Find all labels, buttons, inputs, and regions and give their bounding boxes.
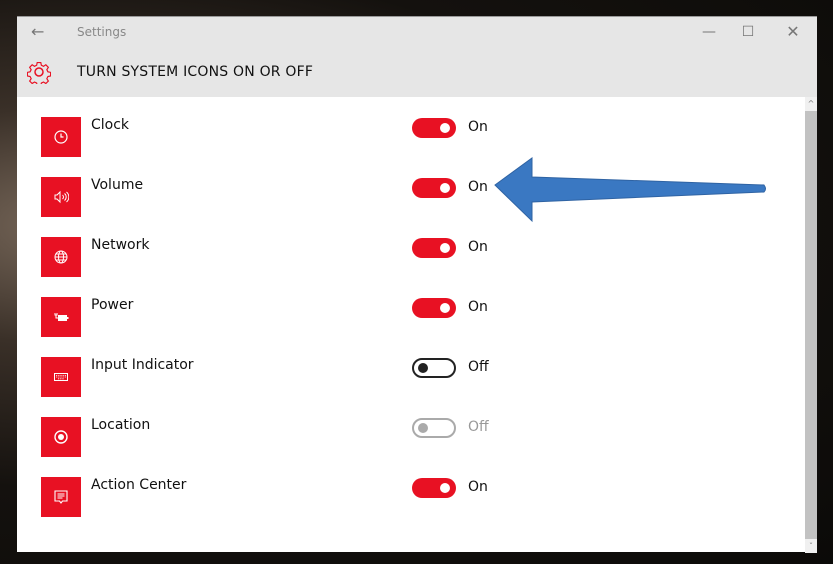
app-title: Settings — [77, 25, 127, 39]
close-button[interactable]: ✕ — [778, 21, 808, 43]
page-title: TURN SYSTEM ICONS ON OR OFF — [77, 64, 314, 80]
setting-label: Power — [91, 297, 134, 313]
setting-label: Network — [91, 237, 150, 253]
toggle-state: On — [468, 239, 488, 255]
setting-row-clock: Clock On — [41, 117, 741, 157]
title-bar: ← Settings — ☐ ✕ — [17, 17, 817, 48]
gear-icon — [27, 61, 51, 84]
scrollbar-thumb[interactable] — [805, 111, 817, 539]
maximize-button[interactable]: ☐ — [733, 21, 763, 43]
toggle-state: On — [468, 179, 488, 195]
setting-row-location: Location Off — [41, 417, 741, 457]
battery-icon — [41, 297, 81, 337]
clock-icon — [41, 117, 81, 157]
toggle-clock[interactable] — [412, 118, 456, 138]
volume-icon — [41, 177, 81, 217]
toggle-input-indicator[interactable] — [412, 358, 456, 378]
keyboard-icon — [41, 357, 81, 397]
settings-window: ← Settings — ☐ ✕ TURN SYSTEM ICONS ON OR… — [17, 16, 817, 553]
setting-label: Volume — [91, 177, 144, 193]
toggle-state: Off — [468, 359, 489, 375]
action-center-icon — [41, 477, 81, 517]
toggle-state: Off — [468, 419, 489, 435]
toggle-action-center[interactable] — [412, 478, 456, 498]
toggle-state: On — [468, 119, 488, 135]
toggle-state: On — [468, 479, 488, 495]
setting-row-action-center: Action Center On — [41, 477, 741, 517]
setting-row-power: Power On — [41, 297, 741, 337]
globe-icon — [41, 237, 81, 277]
page-header: TURN SYSTEM ICONS ON OR OFF — [17, 48, 817, 97]
location-icon — [41, 417, 81, 457]
setting-label: Input Indicator — [91, 357, 194, 373]
annotation-arrow — [494, 157, 766, 223]
setting-label: Location — [91, 417, 151, 433]
toggle-location — [412, 418, 456, 438]
setting-row-input-indicator: Input Indicator Off — [41, 357, 741, 397]
setting-row-network: Network On — [41, 237, 741, 277]
setting-label: Action Center — [91, 477, 187, 493]
setting-label: Clock — [91, 117, 130, 133]
toggle-state: On — [468, 299, 488, 315]
vertical-scrollbar[interactable]: ^ ˇ — [805, 97, 817, 553]
back-button[interactable]: ← — [31, 22, 44, 41]
toggle-power[interactable] — [412, 298, 456, 318]
toggle-network[interactable] — [412, 238, 456, 258]
scroll-down-button[interactable]: ˇ — [805, 541, 817, 553]
scroll-up-button[interactable]: ^ — [805, 98, 817, 110]
minimize-button[interactable]: — — [694, 21, 724, 43]
toggle-volume[interactable] — [412, 178, 456, 198]
